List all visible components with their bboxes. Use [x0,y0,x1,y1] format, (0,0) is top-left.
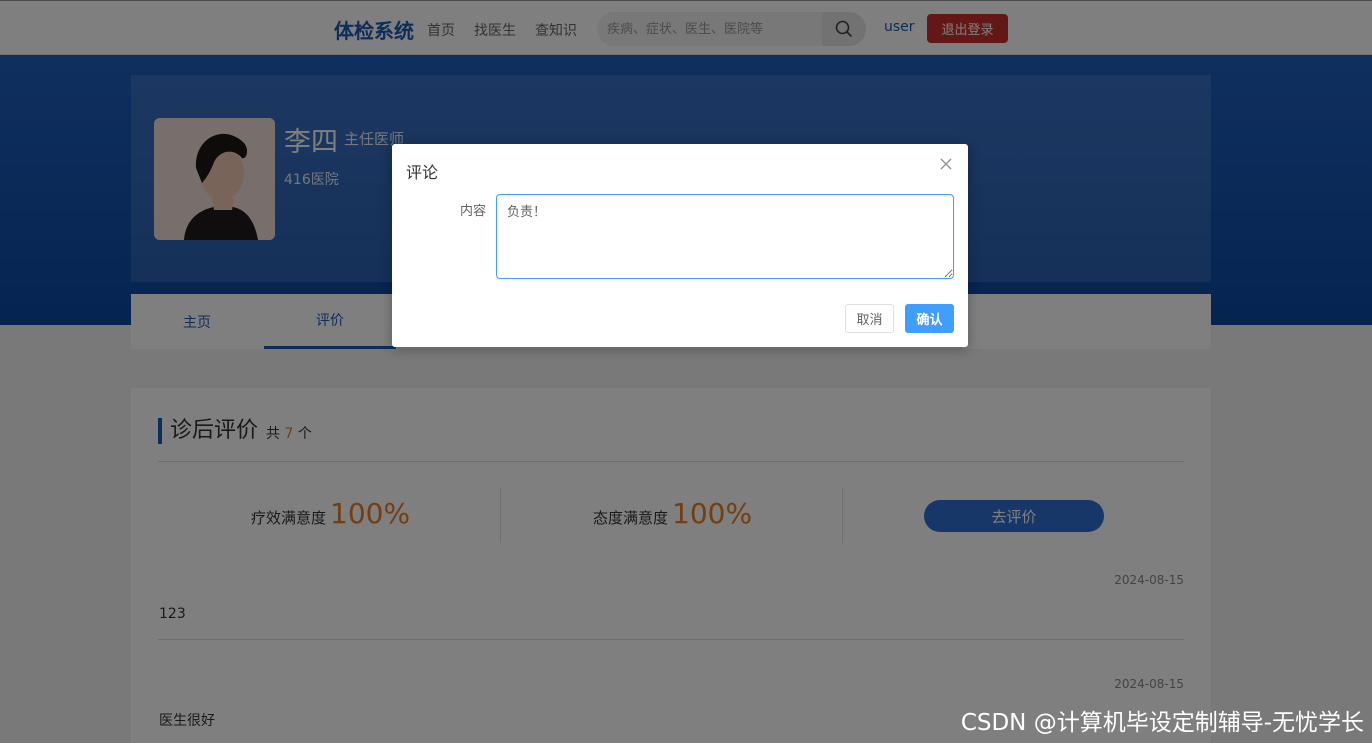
confirm-button[interactable]: 确认 [905,304,954,333]
content-label: 内容 [460,204,487,219]
close-icon [940,158,952,170]
dialog-title: 评论 [406,163,439,182]
comment-dialog: 评论 内容 负责！ 取消 确认 [392,144,968,347]
close-button[interactable] [938,156,954,172]
content-textarea[interactable]: 负责！ [496,194,954,279]
cancel-button[interactable]: 取消 [845,304,894,333]
watermark: CSDN @计算机毕设定制辅导-无忧学长 [960,710,1364,736]
modal-overlay[interactable] [0,0,1372,743]
